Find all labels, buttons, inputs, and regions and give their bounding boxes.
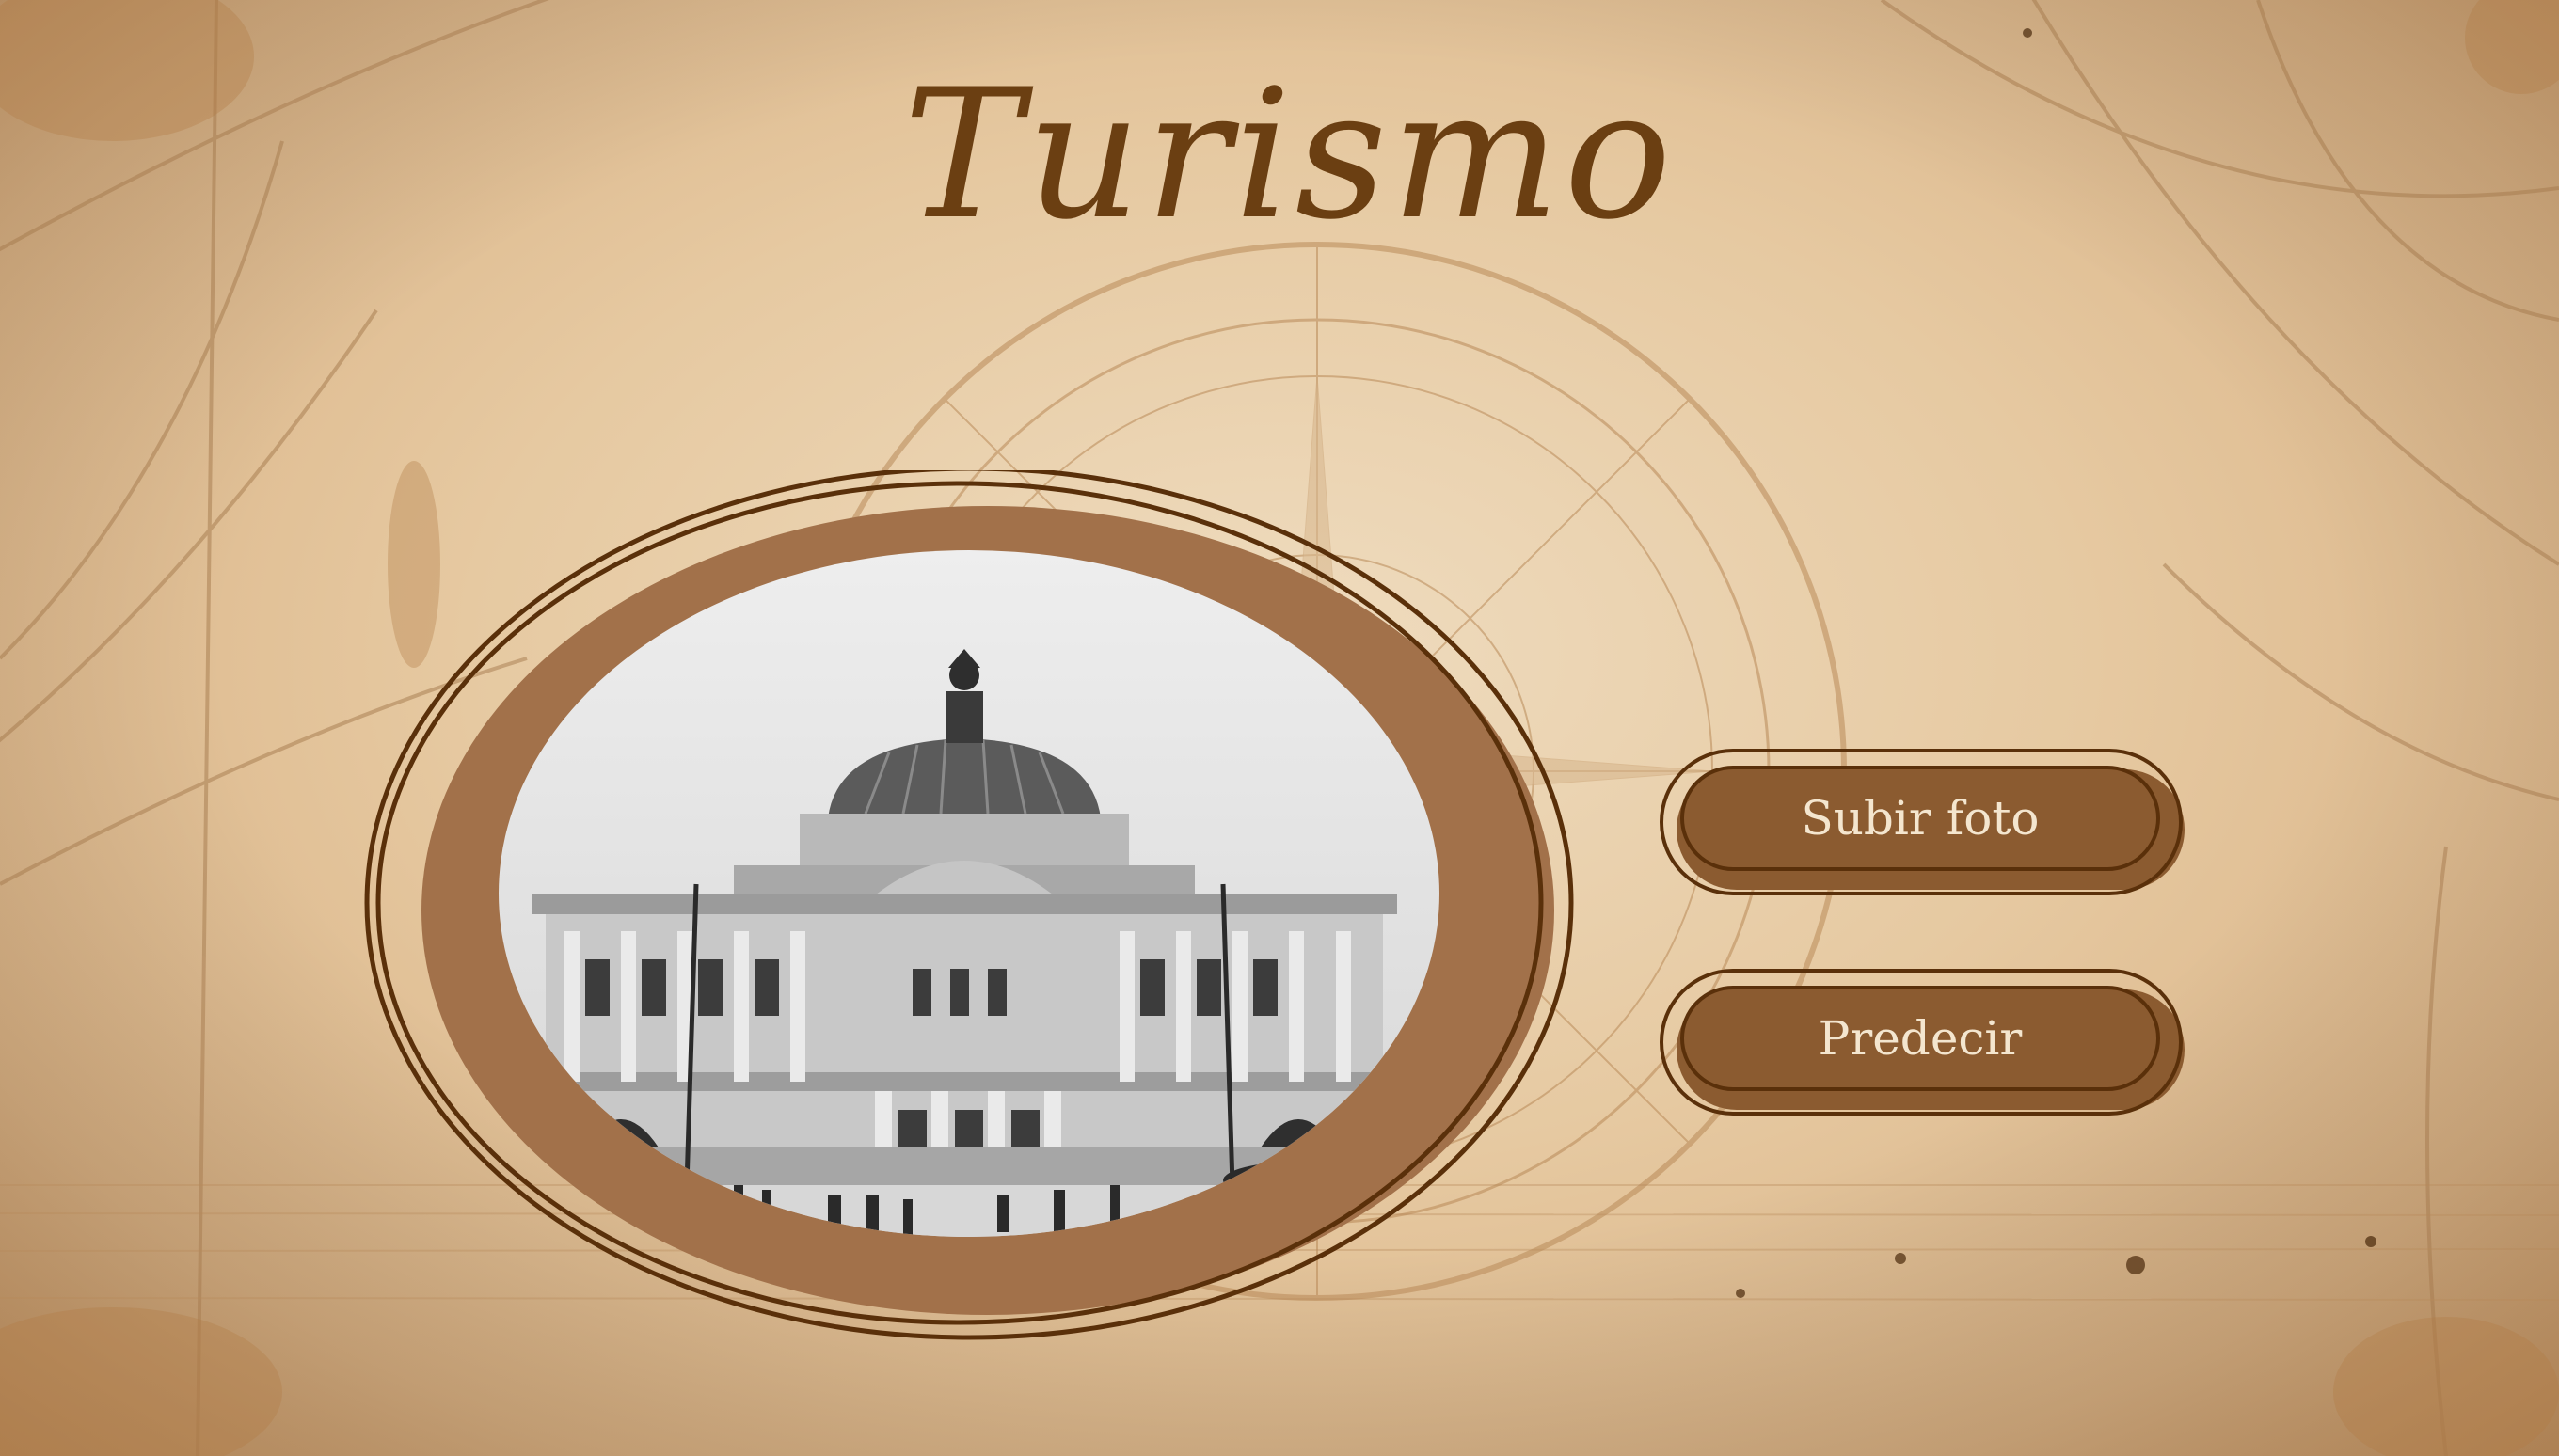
upload-photo-label: Subir foto [1801,791,2040,846]
predict-button[interactable]: Predecir [1660,969,2186,1119]
upload-photo-button[interactable]: Subir foto [1660,749,2186,899]
page-title: Turismo [903,51,1676,259]
predict-label: Predecir [1818,1011,2023,1066]
photo-preview[interactable] [339,470,1599,1401]
